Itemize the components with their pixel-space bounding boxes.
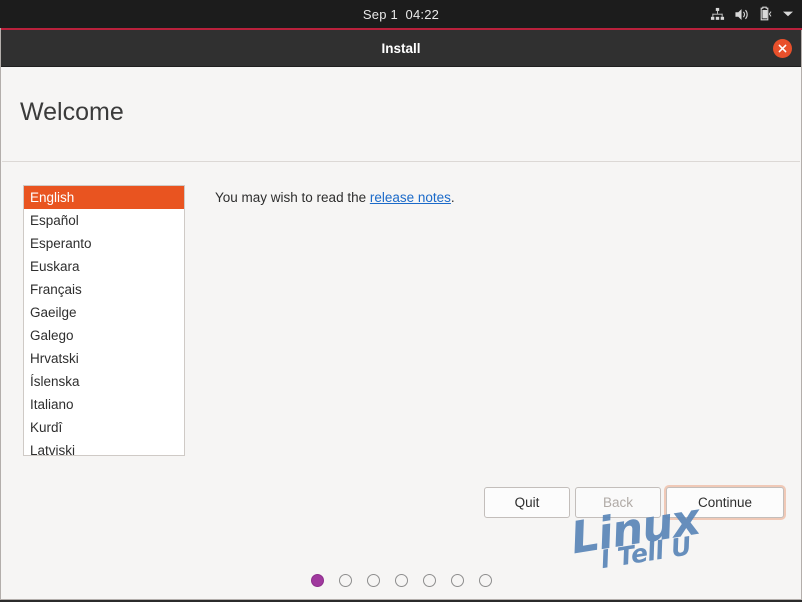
language-item[interactable]: Français <box>24 278 184 301</box>
install-window: Install Welcome English Español Esperanto E… <box>0 28 802 600</box>
release-notes-link[interactable]: release notes <box>370 190 451 205</box>
chevron-down-icon[interactable] <box>782 10 794 18</box>
panel-clock[interactable]: Sep 1 04:22 <box>363 7 439 22</box>
language-item[interactable]: Hrvatski <box>24 347 184 370</box>
watermark-sub-text: I Tell U <box>598 531 694 575</box>
language-item[interactable]: Español <box>24 209 184 232</box>
progress-dot <box>366 574 380 587</box>
progress-dot <box>478 574 492 587</box>
progress-dot <box>422 574 436 587</box>
language-listbox[interactable]: English Español Esperanto Euskara Français Ga… <box>23 185 185 456</box>
navigation-button-row: Quit Back Continue <box>2 487 800 519</box>
language-item[interactable]: Gaeilge <box>24 301 184 324</box>
window-titlebar: Install <box>1 30 801 67</box>
language-item[interactable]: English <box>24 186 184 209</box>
language-item[interactable]: Euskara <box>24 255 184 278</box>
language-item[interactable]: Kurdî <box>24 416 184 439</box>
volume-icon[interactable] <box>734 7 750 22</box>
release-notes-suffix: . <box>450 190 455 205</box>
progress-dots <box>2 574 800 587</box>
panel-indicator-group <box>710 0 794 28</box>
top-system-panel: Sep 1 04:22 <box>0 0 802 28</box>
language-item[interactable]: Íslenska <box>24 370 184 393</box>
window-title: Install <box>381 40 421 56</box>
language-item[interactable]: Latviski <box>24 439 184 455</box>
page-content: English Español Esperanto Euskara Français Ga… <box>2 163 800 598</box>
network-icon[interactable] <box>710 7 725 22</box>
quit-button[interactable]: Quit <box>484 487 570 518</box>
progress-dot-active <box>310 574 324 587</box>
continue-button[interactable]: Continue <box>666 487 784 518</box>
release-notes-prefix: You may wish to read the <box>215 190 370 205</box>
desktop-root: Sep 1 04:22 Install Welcome English Espa… <box>0 0 802 602</box>
progress-dot <box>394 574 408 587</box>
progress-dot <box>338 574 352 587</box>
language-item[interactable]: Galego <box>24 324 184 347</box>
page-title: Welcome <box>20 98 124 126</box>
page-header: Welcome <box>2 68 800 162</box>
progress-dot <box>450 574 464 587</box>
back-button: Back <box>575 487 661 518</box>
battery-icon[interactable] <box>759 6 773 22</box>
language-item[interactable]: Esperanto <box>24 232 184 255</box>
close-icon[interactable] <box>773 39 792 58</box>
release-notes-text: You may wish to read the release notes. <box>215 190 455 205</box>
language-item[interactable]: Italiano <box>24 393 184 416</box>
